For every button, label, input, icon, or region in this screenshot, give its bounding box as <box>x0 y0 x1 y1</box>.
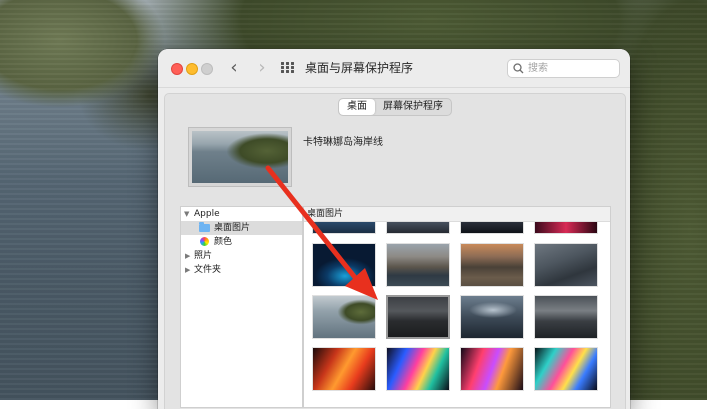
disclosure-closed-icon[interactable]: ▶ <box>185 263 190 277</box>
sidebar-item-desktop-pictures[interactable]: 桌面图片 <box>181 221 302 235</box>
wallpaper-thumbnail[interactable] <box>386 221 450 234</box>
title-bar: ‹ › 桌面与屏幕保护程序 <box>158 49 630 88</box>
sidebar-group-apple[interactable]: ▼ Apple <box>181 207 302 221</box>
source-list: ▼ Apple 桌面图片 颜色 ▶ 照片 ▶ 文件夹 <box>180 206 303 408</box>
wallpaper-thumbnail[interactable] <box>460 295 524 339</box>
search-icon <box>513 63 524 74</box>
search-input[interactable] <box>528 61 614 76</box>
wallpaper-thumbnail[interactable] <box>460 243 524 287</box>
disclosure-open-icon[interactable]: ▼ <box>184 207 189 221</box>
wallpaper-thumbnail[interactable] <box>312 243 376 287</box>
show-all-grid-icon[interactable] <box>281 62 295 74</box>
wallpaper-name: 卡特琳娜岛海岸线 <box>303 137 383 148</box>
tab-screensaver[interactable]: 屏幕保护程序 <box>375 99 451 115</box>
zoom-button[interactable] <box>201 63 213 75</box>
wallpaper-thumbnail[interactable] <box>534 347 598 391</box>
sidebar-item-label: 桌面图片 <box>214 223 251 233</box>
close-button[interactable] <box>171 63 183 75</box>
sidebar-item-label: 照片 <box>194 251 213 261</box>
wallpaper-thumbnail[interactable] <box>312 221 376 234</box>
wallpaper-thumbnail-selected[interactable] <box>386 295 450 339</box>
tab-segmented-control: 桌面 屏幕保护程序 <box>338 98 452 116</box>
wallpaper-thumbnail[interactable] <box>534 221 598 234</box>
wallpaper-thumbnail[interactable] <box>386 347 450 391</box>
minimize-button[interactable] <box>186 63 198 75</box>
preview-image <box>192 131 288 183</box>
wallpaper-thumbnail[interactable] <box>460 221 524 234</box>
sidebar-group-folders[interactable]: ▶ 文件夹 <box>181 263 302 277</box>
sidebar-item-label: Apple <box>194 209 220 219</box>
disclosure-closed-icon[interactable]: ▶ <box>185 249 190 263</box>
window-title: 桌面与屏幕保护程序 <box>305 61 414 75</box>
wallpaper-thumbnail[interactable] <box>312 295 376 339</box>
system-preferences-window: ‹ › 桌面与屏幕保护程序 桌面 屏幕保护程序 卡特琳娜岛海岸线 ▼ Apple <box>158 49 630 409</box>
color-wheel-icon <box>200 237 209 246</box>
wallpaper-thumbnail[interactable] <box>534 243 598 287</box>
sidebar-item-label: 颜色 <box>214 237 233 247</box>
sidebar-item-label: 文件夹 <box>194 265 222 275</box>
grid-header: 桌面图片 <box>304 207 610 222</box>
sidebar-item-colors[interactable]: 颜色 <box>181 235 302 249</box>
search-field[interactable] <box>507 59 620 78</box>
wallpaper-grid: 桌面图片 <box>303 206 611 408</box>
sidebar-group-photos[interactable]: ▶ 照片 <box>181 249 302 263</box>
tab-desktop[interactable]: 桌面 <box>339 99 375 115</box>
current-wallpaper-preview <box>188 127 292 187</box>
wallpaper-thumbnail[interactable] <box>312 347 376 391</box>
wallpaper-thumbnail[interactable] <box>386 243 450 287</box>
folder-icon <box>199 222 210 232</box>
wallpaper-thumbnail[interactable] <box>534 295 598 339</box>
wallpaper-thumbnail[interactable] <box>460 347 524 391</box>
forward-chevron-icon[interactable]: › <box>254 58 270 78</box>
back-chevron-icon[interactable]: ‹ <box>226 58 242 78</box>
